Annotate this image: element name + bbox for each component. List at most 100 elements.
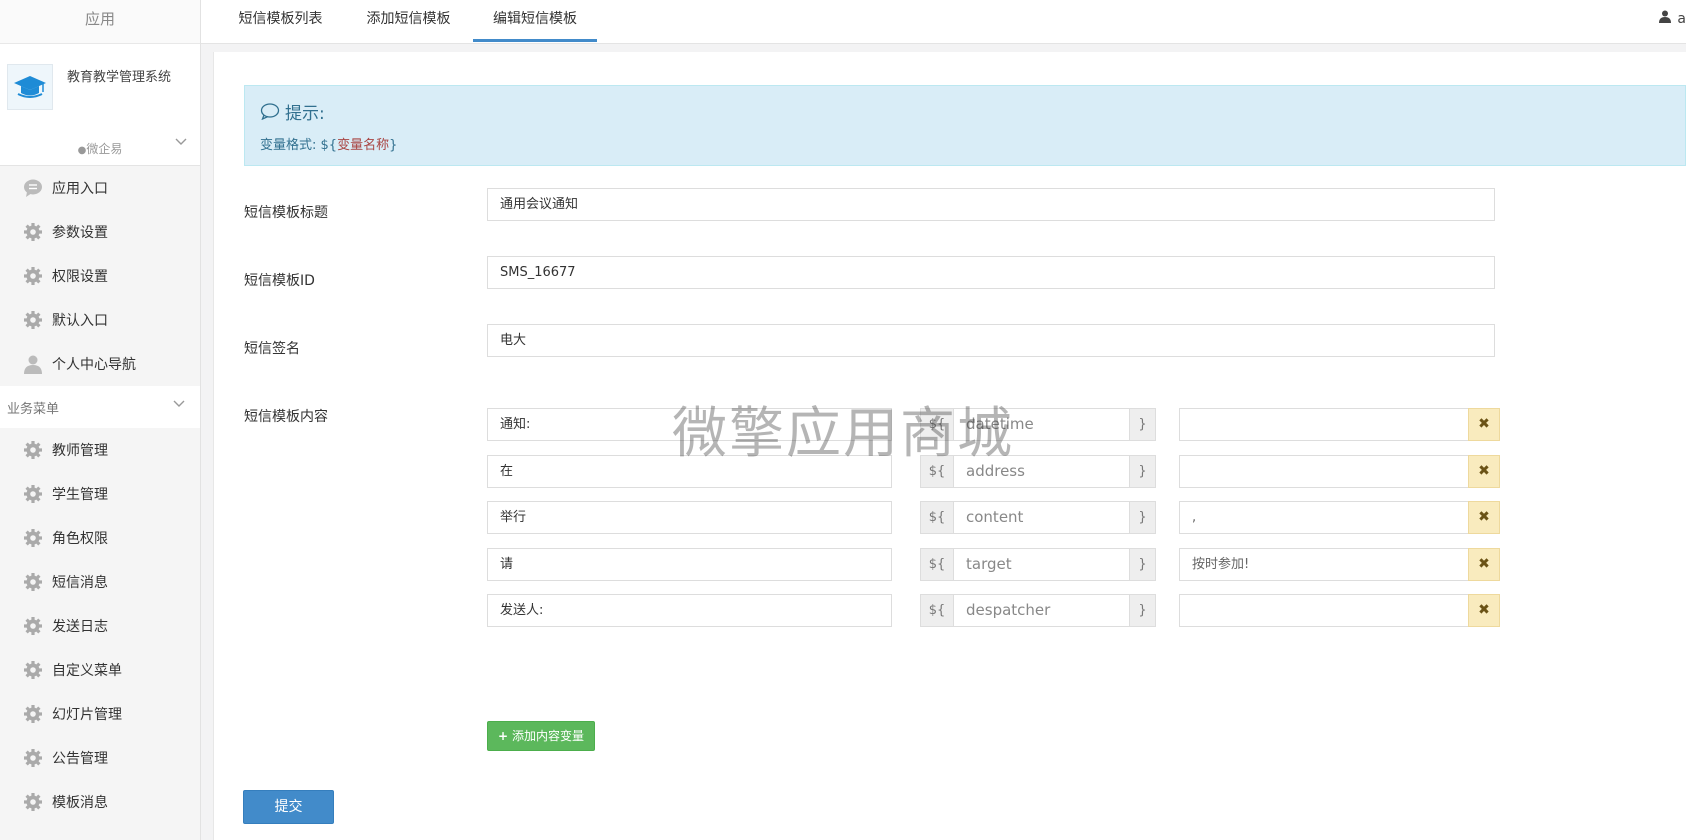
- variable-input-group: ${ target }: [920, 548, 1156, 581]
- variable-name-input[interactable]: address: [954, 455, 1129, 488]
- alert-text-variable: 变量名称: [337, 138, 390, 153]
- delete-row-icon[interactable]: ✖: [1468, 594, 1500, 627]
- user-menu[interactable]: a: [1659, 10, 1686, 27]
- sidebar-item-teachers[interactable]: 教师管理: [0, 428, 200, 472]
- sidebar-item-label: 参数设置: [52, 225, 108, 241]
- sidebar-item-label: 个人中心导航: [52, 357, 136, 373]
- content-value-input[interactable]: 按时参加!: [1179, 548, 1468, 581]
- variable-suffix-addon: }: [1129, 408, 1156, 441]
- sidebar-item-app-entry[interactable]: 应用入口: [0, 166, 200, 210]
- variable-name-input[interactable]: content: [954, 501, 1129, 534]
- gear-icon: [22, 221, 44, 243]
- sidebar-item-custom-menu[interactable]: 自定义菜单: [0, 648, 200, 692]
- gear-icon: [22, 615, 44, 637]
- app-name: 教育教学管理系统: [67, 70, 172, 85]
- gear-icon: [22, 309, 44, 331]
- variable-name-input[interactable]: target: [954, 548, 1129, 581]
- template-content-label: 短信模板内容: [244, 409, 328, 425]
- gear-icon: [22, 527, 44, 549]
- variable-name-input[interactable]: datetime: [954, 408, 1129, 441]
- delete-row-icon[interactable]: ✖: [1468, 455, 1500, 488]
- chat-icon: [22, 177, 44, 199]
- sidebar-item-announcements[interactable]: 公告管理: [0, 736, 200, 780]
- sidebar-item-label: 公告管理: [52, 751, 108, 767]
- sidebar-menu-business: 教师管理 学生管理 角色权限 短信消息 发送日志 自定义菜单 幻灯片管理 公告管…: [0, 428, 200, 824]
- alert-text-prefix: 变量格式: ${: [260, 138, 338, 153]
- sidebar-item-roles[interactable]: 角色权限: [0, 516, 200, 560]
- delete-row-icon[interactable]: ✖: [1468, 501, 1500, 534]
- sidebar-group-business[interactable]: 业务菜单: [0, 386, 200, 428]
- template-id-input[interactable]: SMS_16677: [487, 256, 1495, 289]
- chevron-down-icon: [172, 398, 186, 413]
- sidebar-item-students[interactable]: 学生管理: [0, 472, 200, 516]
- sidebar-item-label: 自定义菜单: [52, 663, 122, 679]
- sidebar-menu-top: 应用入口 参数设置 权限设置 默认入口 个人中心导航: [0, 166, 200, 386]
- sidebar-item-label: 发送日志: [52, 619, 108, 635]
- comment-icon: [260, 103, 280, 120]
- chevron-down-icon[interactable]: [174, 136, 188, 151]
- alert-title: 提示:: [260, 99, 325, 124]
- template-title-input[interactable]: 通用会议通知: [487, 188, 1495, 221]
- content-value-input[interactable]: [1179, 594, 1468, 627]
- content-prefix-input[interactable]: 发送人:: [487, 594, 892, 627]
- sidebar-item-default-entry[interactable]: 默认入口: [0, 298, 200, 342]
- user-icon: [22, 353, 44, 375]
- sidebar-item-label: 应用入口: [52, 181, 108, 197]
- content-prefix-input[interactable]: 请: [487, 548, 892, 581]
- main-content: 提示: 变量格式: ${变量名称} 短信模板标题 通用会议通知 短信模板ID S…: [213, 52, 1686, 840]
- content-value-input[interactable]: ,: [1179, 501, 1468, 534]
- sidebar-item-label: 模板消息: [52, 795, 108, 811]
- variable-prefix-addon: ${: [920, 408, 954, 441]
- content-value-input[interactable]: [1179, 408, 1468, 441]
- value-input-group: ✖: [1179, 594, 1500, 627]
- content-value-input[interactable]: [1179, 455, 1468, 488]
- submit-button[interactable]: 提交: [243, 790, 334, 824]
- variable-prefix-addon: ${: [920, 501, 954, 534]
- gear-icon: [22, 747, 44, 769]
- user-icon: [1659, 10, 1672, 27]
- alert-title-text: 提示:: [285, 104, 325, 124]
- sidebar-item-params[interactable]: 参数设置: [0, 210, 200, 254]
- gear-icon: [22, 439, 44, 461]
- sidebar-item-slides[interactable]: 幻灯片管理: [0, 692, 200, 736]
- template-title-label: 短信模板标题: [244, 205, 328, 221]
- variable-input-group: ${ content }: [920, 501, 1156, 534]
- info-alert: 提示: 变量格式: ${变量名称}: [244, 85, 1686, 166]
- delete-row-icon[interactable]: ✖: [1468, 408, 1500, 441]
- content-prefix-input[interactable]: 举行: [487, 501, 892, 534]
- sidebar-item-label: 教师管理: [52, 443, 108, 459]
- add-content-variable-label: 添加内容变量: [511, 729, 584, 743]
- variable-input-group: ${ datetime }: [920, 408, 1156, 441]
- variable-suffix-addon: }: [1129, 548, 1156, 581]
- alert-text: 变量格式: ${变量名称}: [260, 134, 397, 153]
- sidebar-item-template-messages[interactable]: 模板消息: [0, 780, 200, 824]
- sidebar-item-label: 学生管理: [52, 487, 108, 503]
- sidebar-item-label: 权限设置: [52, 269, 108, 285]
- sidebar-item-permissions[interactable]: 权限设置: [0, 254, 200, 298]
- tab-sms-template-list[interactable]: 短信模板列表: [237, 0, 324, 42]
- top-tab-bar: 短信模板列表 添加短信模板 编辑短信模板 a: [201, 0, 1686, 44]
- value-input-group: ✖: [1179, 455, 1500, 488]
- variable-name-input[interactable]: despatcher: [954, 594, 1129, 627]
- content-prefix-input[interactable]: 通知:: [487, 408, 892, 441]
- add-content-variable-button[interactable]: + 添加内容变量: [487, 721, 595, 751]
- sidebar-item-personal-nav[interactable]: 个人中心导航: [0, 342, 200, 386]
- delete-row-icon[interactable]: ✖: [1468, 548, 1500, 581]
- app-card[interactable]: 教育教学管理系统 ●微企易: [0, 44, 200, 166]
- user-name: a: [1677, 10, 1686, 27]
- sidebar-item-sms[interactable]: 短信消息: [0, 560, 200, 604]
- app-subtitle: ●微企易: [0, 140, 200, 157]
- variable-input-group: ${ despatcher }: [920, 594, 1156, 627]
- tab-edit-sms-template[interactable]: 编辑短信模板: [473, 0, 597, 42]
- value-input-group: 按时参加! ✖: [1179, 548, 1500, 581]
- sidebar: 应用 教育教学管理系统 ●微企易 应用入口 参数设置 权限设置 默认入口 个人中…: [0, 0, 201, 840]
- tab-add-sms-template[interactable]: 添加短信模板: [365, 0, 452, 42]
- sidebar-item-send-log[interactable]: 发送日志: [0, 604, 200, 648]
- content-prefix-input[interactable]: 在: [487, 455, 892, 488]
- variable-suffix-addon: }: [1129, 594, 1156, 627]
- sms-signature-input[interactable]: 电大: [487, 324, 1495, 357]
- sidebar-group-label: 业务菜单: [7, 401, 60, 417]
- gear-icon: [22, 791, 44, 813]
- sms-signature-label: 短信签名: [244, 341, 300, 357]
- alert-text-suffix: }: [389, 138, 398, 153]
